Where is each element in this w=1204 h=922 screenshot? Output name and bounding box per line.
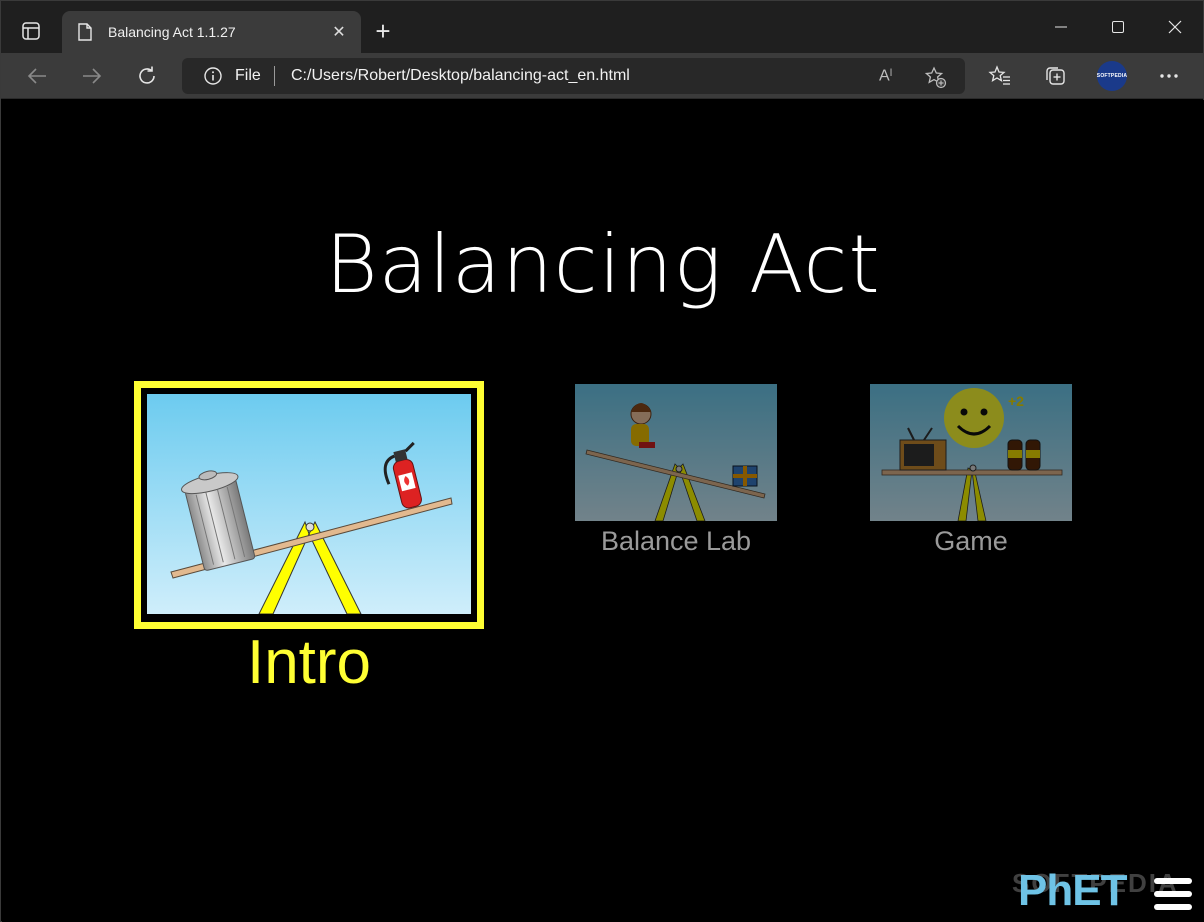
refresh-icon (139, 66, 155, 84)
minimize-button[interactable] (1033, 1, 1089, 53)
arrow-right-icon (83, 68, 102, 84)
tab-actions-button[interactable] (11, 13, 51, 49)
game-thumbnail: +2 (870, 384, 1072, 521)
tab-close-icon[interactable]: ✕ (325, 18, 353, 46)
settings-more-button[interactable] (1152, 59, 1186, 93)
screen-button-game[interactable]: +2 Game (870, 384, 1072, 564)
back-button[interactable] (20, 59, 54, 93)
collections-button[interactable] (1038, 59, 1072, 93)
sim-content: Balancing Act Intro Balance Lab +2 Game … (2, 100, 1204, 922)
screen-button-balance-lab[interactable]: Balance Lab (575, 384, 777, 564)
new-tab-button[interactable]: + (367, 15, 399, 47)
menu-line (1154, 904, 1192, 910)
info-icon[interactable] (204, 67, 222, 85)
sim-title: Balancing Act (325, 218, 881, 311)
game-thumb-badge: +2 (1008, 393, 1024, 409)
phet-logo[interactable]: PhET (1018, 866, 1142, 916)
favorites-button[interactable] (983, 59, 1017, 93)
balance-lab-thumbnail (575, 384, 777, 521)
tab-actions-icon (22, 22, 40, 40)
address-divider (274, 66, 275, 86)
more-dots-icon (1160, 74, 1178, 78)
screen-label-game: Game (934, 526, 1008, 556)
close-window-button[interactable] (1147, 1, 1203, 53)
refresh-button[interactable] (130, 59, 164, 93)
address-url[interactable]: C:/Users/Robert/Desktop/balancing-act_en… (291, 67, 630, 85)
screen-button-intro[interactable]: Intro (134, 381, 484, 701)
profile-avatar[interactable]: SOFTPEDIA (1097, 61, 1127, 91)
browser-window: Balancing Act 1.1.27 ✕ + File C:/Users/R… (0, 0, 1204, 922)
minimize-icon (1055, 26, 1067, 28)
page-icon (76, 22, 94, 42)
screen-label-balance-lab: Balance Lab (600, 526, 752, 556)
screen-label-intro: Intro (246, 628, 372, 697)
title-bar: Balancing Act 1.1.27 ✕ + (1, 1, 1203, 53)
maximize-icon (1112, 21, 1124, 33)
browser-tab[interactable]: Balancing Act 1.1.27 ✕ (62, 11, 361, 53)
menu-line (1154, 891, 1192, 897)
intro-thumbnail (147, 394, 471, 614)
maximize-button[interactable] (1090, 1, 1146, 53)
forward-button[interactable] (75, 59, 109, 93)
tab-title: Balancing Act 1.1.27 (108, 24, 236, 40)
read-aloud-icon[interactable]: Aꞁ (879, 66, 892, 85)
menu-line (1154, 878, 1192, 884)
arrow-left-icon (27, 68, 46, 84)
close-icon (1168, 20, 1182, 34)
address-scheme: File (235, 67, 261, 84)
phet-menu-button[interactable] (1154, 878, 1192, 912)
browser-toolbar: File C:/Users/Robert/Desktop/balancing-a… (1, 53, 1203, 99)
collections-icon (1046, 67, 1065, 85)
favorites-icon (988, 65, 1010, 85)
add-favorite-icon[interactable] (923, 65, 947, 89)
address-bar[interactable]: File C:/Users/Robert/Desktop/balancing-a… (182, 58, 965, 94)
